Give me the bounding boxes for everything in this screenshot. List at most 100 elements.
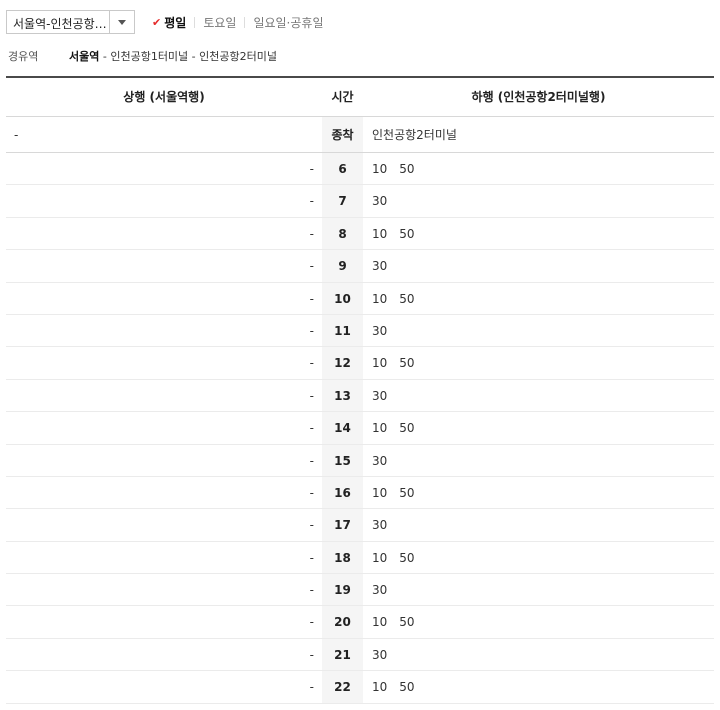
up-cell: - bbox=[309, 518, 314, 533]
table-row: -7 30 bbox=[6, 185, 714, 218]
terminal-up: - bbox=[14, 128, 19, 142]
down-cell: 10 50 bbox=[372, 412, 427, 444]
tab-sunday-holiday[interactable]: 일요일·공휴일 bbox=[253, 14, 323, 31]
hour-cell: 20 bbox=[322, 606, 363, 638]
minute-value: 10 bbox=[372, 485, 388, 500]
minute-value: 30 bbox=[372, 647, 388, 662]
day-tabs: ✔ 평일 토요일 일요일·공휴일 bbox=[152, 14, 324, 31]
up-cell: - bbox=[309, 453, 314, 468]
down-cell: 30 bbox=[372, 315, 399, 347]
down-cell: 30 bbox=[372, 380, 399, 412]
table-row: -20 10 50 bbox=[6, 606, 714, 639]
table-row: -17 30 bbox=[6, 509, 714, 542]
hour-cell: 18 bbox=[322, 541, 363, 574]
table-row: -14 10 50 bbox=[6, 412, 714, 445]
hour-cell: 16 bbox=[322, 476, 363, 509]
up-cell: - bbox=[309, 647, 314, 662]
minute-value: 50 bbox=[399, 680, 415, 695]
hour-cell: 22 bbox=[322, 671, 363, 703]
hour-cell: 8 bbox=[322, 217, 363, 250]
up-cell: - bbox=[309, 550, 314, 565]
up-cell: - bbox=[309, 323, 314, 338]
hour-cell: 17 bbox=[322, 509, 363, 541]
down-cell: 30 bbox=[372, 639, 399, 671]
minute-value: 10 bbox=[372, 550, 388, 565]
tab-saturday[interactable]: 토요일 bbox=[203, 14, 236, 31]
chevron-down-icon[interactable] bbox=[109, 11, 134, 33]
hour-cell: 11 bbox=[322, 314, 363, 347]
minute-value: 30 bbox=[372, 259, 388, 274]
minute-value: 50 bbox=[399, 356, 415, 371]
minute-value: 50 bbox=[399, 162, 415, 176]
via-stations: 경유역 서울역 - 인천공항1터미널 - 인천공항2터미널 bbox=[0, 40, 720, 76]
divider bbox=[244, 17, 246, 28]
up-cell: - bbox=[309, 615, 314, 630]
hour-cell: 10 bbox=[322, 282, 363, 314]
route-select-value: 서울역-인천공항2터미널 bbox=[13, 17, 111, 31]
minute-value: 10 bbox=[372, 162, 388, 176]
terminal-down: 인천공항2터미널 bbox=[372, 128, 457, 142]
minute-value: 50 bbox=[399, 226, 415, 241]
header-time: 시간 bbox=[331, 90, 354, 104]
minute-value: 10 bbox=[372, 226, 388, 241]
table-header: 상행 (서울역행) 시간 하행 (인천공항2터미널행) bbox=[6, 76, 714, 117]
via-start: 서울역 bbox=[69, 50, 100, 63]
route-select[interactable]: 서울역-인천공항2터미널 bbox=[6, 10, 135, 34]
minute-value: 10 bbox=[372, 421, 388, 436]
table-row: -10 10 50 bbox=[6, 282, 714, 315]
minute-value: 50 bbox=[399, 550, 415, 565]
hour-cell: 21 bbox=[322, 638, 363, 671]
table-row: -8 10 50 bbox=[6, 217, 714, 251]
minute-value: 30 bbox=[372, 583, 388, 598]
via-route: 서울역 - 인천공항1터미널 - 인천공항2터미널 bbox=[69, 48, 277, 64]
header-up: 상행 (서울역행) bbox=[123, 90, 205, 104]
up-cell: - bbox=[309, 680, 314, 695]
table-row: -16 10 50 bbox=[6, 476, 714, 510]
down-cell: 10 50 bbox=[372, 153, 427, 185]
table-row: -21 30 bbox=[6, 638, 714, 672]
minute-value: 50 bbox=[399, 291, 415, 306]
minute-value: 10 bbox=[372, 615, 388, 630]
down-cell: 30 bbox=[372, 185, 399, 217]
hour-cell: 14 bbox=[322, 412, 363, 444]
timetable: 상행 (서울역행) 시간 하행 (인천공항2터미널행) - 종착 인천공항2터미… bbox=[6, 76, 714, 704]
minute-value: 30 bbox=[372, 323, 388, 338]
down-cell: 10 50 bbox=[372, 283, 427, 315]
via-label: 경유역 bbox=[8, 50, 39, 63]
minute-value: 10 bbox=[372, 680, 388, 695]
minute-value: 50 bbox=[399, 485, 415, 500]
table-row: -19 30 bbox=[6, 574, 714, 607]
minute-value: 50 bbox=[399, 615, 415, 630]
up-cell: - bbox=[309, 583, 314, 598]
hour-cell: 9 bbox=[322, 250, 363, 282]
down-cell: 10 50 bbox=[372, 477, 427, 509]
tab-weekday[interactable]: 평일 bbox=[164, 14, 186, 31]
table-row: -13 30 bbox=[6, 379, 714, 413]
minute-value: 10 bbox=[372, 356, 388, 371]
top-bar: 서울역-인천공항2터미널 ✔ 평일 토요일 일요일·공휴일 bbox=[0, 0, 720, 40]
down-cell: 10 50 bbox=[372, 347, 427, 379]
down-cell: 10 50 bbox=[372, 606, 427, 638]
via-route-rest: - 인천공항1터미널 - 인천공항2터미널 bbox=[99, 50, 277, 63]
hour-cell: 19 bbox=[322, 574, 363, 606]
table-row: -9 30 bbox=[6, 250, 714, 283]
minute-value: 10 bbox=[372, 291, 388, 306]
table-row: -11 30 bbox=[6, 314, 714, 348]
terminal-row: - 종착 인천공항2터미널 bbox=[6, 117, 714, 153]
minute-value: 30 bbox=[372, 518, 388, 533]
down-cell: 30 bbox=[372, 250, 399, 282]
up-cell: - bbox=[309, 194, 314, 209]
down-cell: 30 bbox=[372, 445, 399, 477]
down-cell: 10 50 bbox=[372, 218, 427, 250]
up-cell: - bbox=[309, 388, 314, 403]
table-body: -6 10 50-7 30-8 10 50-9 30-10 10 50-11 30-12 10 50-… bbox=[6, 153, 714, 704]
hour-cell: 13 bbox=[322, 379, 363, 412]
up-cell: - bbox=[309, 162, 314, 176]
down-cell: 10 50 bbox=[372, 542, 427, 574]
up-cell: - bbox=[309, 485, 314, 500]
table-row: -15 30 bbox=[6, 444, 714, 477]
up-cell: - bbox=[309, 291, 314, 306]
divider bbox=[194, 17, 196, 28]
minute-value: 30 bbox=[372, 388, 388, 403]
table-row: -18 10 50 bbox=[6, 541, 714, 575]
